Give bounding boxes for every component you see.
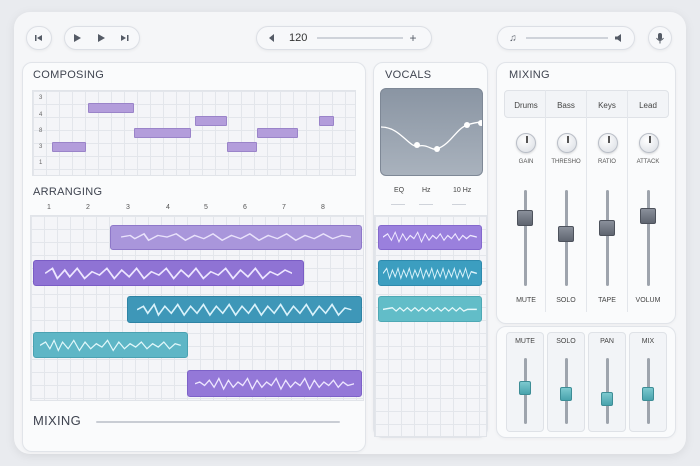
midi-note[interactable] bbox=[257, 128, 298, 138]
bar-number: 8 bbox=[321, 204, 325, 211]
fader-label: MUTE bbox=[516, 297, 536, 304]
row-label: 3 bbox=[39, 95, 43, 101]
row-label: 1 bbox=[39, 160, 43, 166]
bar-number: 6 bbox=[243, 204, 247, 211]
gain-knob[interactable] bbox=[516, 133, 536, 153]
vocal-clip[interactable] bbox=[378, 296, 482, 322]
strip-fader-cap[interactable] bbox=[601, 391, 613, 406]
row-label: 3 bbox=[39, 144, 43, 150]
fader-cap[interactable] bbox=[599, 220, 615, 237]
strip-fader-cap[interactable] bbox=[560, 386, 572, 401]
fader-area bbox=[504, 180, 669, 310]
eq-label: 10 Hz bbox=[453, 187, 472, 194]
music-note-icon: ♫ bbox=[509, 32, 517, 44]
vocal-clip[interactable] bbox=[378, 225, 482, 250]
strip-label: SOLO bbox=[556, 338, 576, 345]
midi-note[interactable] bbox=[227, 142, 257, 152]
tempo-control: 120 + bbox=[256, 26, 432, 50]
channel-name: Drums bbox=[514, 101, 538, 110]
bar-number: 4 bbox=[166, 204, 170, 211]
transport-bar bbox=[26, 26, 52, 50]
attack-knob[interactable] bbox=[639, 133, 659, 153]
midi-note[interactable] bbox=[319, 116, 334, 126]
speaker-icon[interactable] bbox=[608, 33, 630, 43]
mixing-title: MIXING bbox=[509, 69, 550, 81]
audio-clip[interactable] bbox=[127, 296, 362, 323]
eq-label: EQ bbox=[394, 187, 405, 194]
eq-divider bbox=[391, 204, 405, 205]
daw-window: 120 + ♫ COMPOSING 3 4 8 3 1 ARRANGING 1 … bbox=[14, 12, 686, 454]
arranging-title: ARRANGING bbox=[33, 186, 103, 198]
knob-label: THRESHO bbox=[551, 159, 581, 165]
midi-note[interactable] bbox=[195, 116, 227, 126]
bar-number: 5 bbox=[204, 204, 208, 211]
row-label: 8 bbox=[39, 128, 43, 134]
fader-track[interactable] bbox=[606, 190, 609, 286]
play-icon[interactable] bbox=[65, 33, 89, 43]
row-label: 4 bbox=[39, 112, 43, 118]
ratio-knob[interactable] bbox=[598, 133, 618, 153]
tempo-decrease-icon[interactable] bbox=[261, 33, 283, 43]
skip-forward-icon[interactable] bbox=[113, 33, 137, 43]
composing-title: COMPOSING bbox=[33, 69, 105, 81]
master-volume: ♫ bbox=[497, 26, 635, 50]
skip-back-icon[interactable] bbox=[27, 33, 51, 43]
eq-divider bbox=[419, 204, 433, 205]
bar-number: 3 bbox=[126, 204, 130, 211]
strip-label: MIX bbox=[641, 338, 655, 345]
fader-cap[interactable] bbox=[640, 207, 656, 224]
bar-number: 2 bbox=[86, 204, 90, 211]
bar-number: 7 bbox=[282, 204, 286, 211]
playback-controls bbox=[64, 26, 140, 50]
bar-number: 1 bbox=[47, 204, 51, 211]
vocal-clip[interactable] bbox=[378, 260, 482, 286]
fader-track[interactable] bbox=[647, 190, 650, 286]
audio-clip[interactable] bbox=[33, 260, 304, 286]
threshold-knob[interactable] bbox=[557, 133, 577, 153]
footer-scrollbar[interactable] bbox=[96, 421, 340, 423]
midi-note[interactable] bbox=[52, 142, 86, 152]
fader-label: TAPE bbox=[598, 297, 616, 304]
tempo-value[interactable]: 120 bbox=[289, 32, 313, 44]
knob-label: GAIN bbox=[518, 159, 534, 165]
audio-clip[interactable] bbox=[110, 225, 362, 250]
knob-label: ATTACK bbox=[636, 159, 660, 165]
midi-note[interactable] bbox=[134, 128, 191, 138]
eq-label: Hz bbox=[422, 187, 431, 194]
vocals-title: VOCALS bbox=[385, 69, 432, 81]
plus-icon[interactable]: + bbox=[403, 31, 423, 45]
eq-display[interactable] bbox=[380, 88, 483, 176]
channel-name: Keys bbox=[598, 101, 616, 110]
midi-note[interactable] bbox=[88, 103, 134, 113]
strip-fader-cap[interactable] bbox=[642, 386, 654, 401]
channel-name: Lead bbox=[639, 101, 657, 110]
fader-cap[interactable] bbox=[517, 210, 533, 226]
strip-label: PAN bbox=[600, 338, 614, 345]
strip-label: MUTE bbox=[515, 338, 535, 345]
fader-label: SOLO bbox=[556, 297, 576, 304]
microphone-icon bbox=[655, 32, 665, 44]
strip-fader-cap[interactable] bbox=[519, 381, 531, 396]
audio-clip[interactable] bbox=[33, 332, 188, 358]
piano-roll[interactable] bbox=[32, 90, 356, 176]
play-forward-icon[interactable] bbox=[89, 33, 113, 43]
tempo-slider[interactable] bbox=[317, 37, 403, 39]
mic-button[interactable] bbox=[648, 26, 672, 50]
audio-clip[interactable] bbox=[187, 370, 362, 397]
mixing-footer-title: MIXING bbox=[33, 413, 82, 428]
fader-label: VOLUM bbox=[635, 297, 661, 304]
channel-name: Bass bbox=[557, 101, 575, 110]
eq-divider bbox=[452, 204, 466, 205]
volume-slider[interactable] bbox=[526, 37, 608, 39]
fader-cap[interactable] bbox=[558, 226, 574, 242]
knob-label: RATIO bbox=[598, 159, 616, 165]
fader-track[interactable] bbox=[524, 190, 527, 286]
